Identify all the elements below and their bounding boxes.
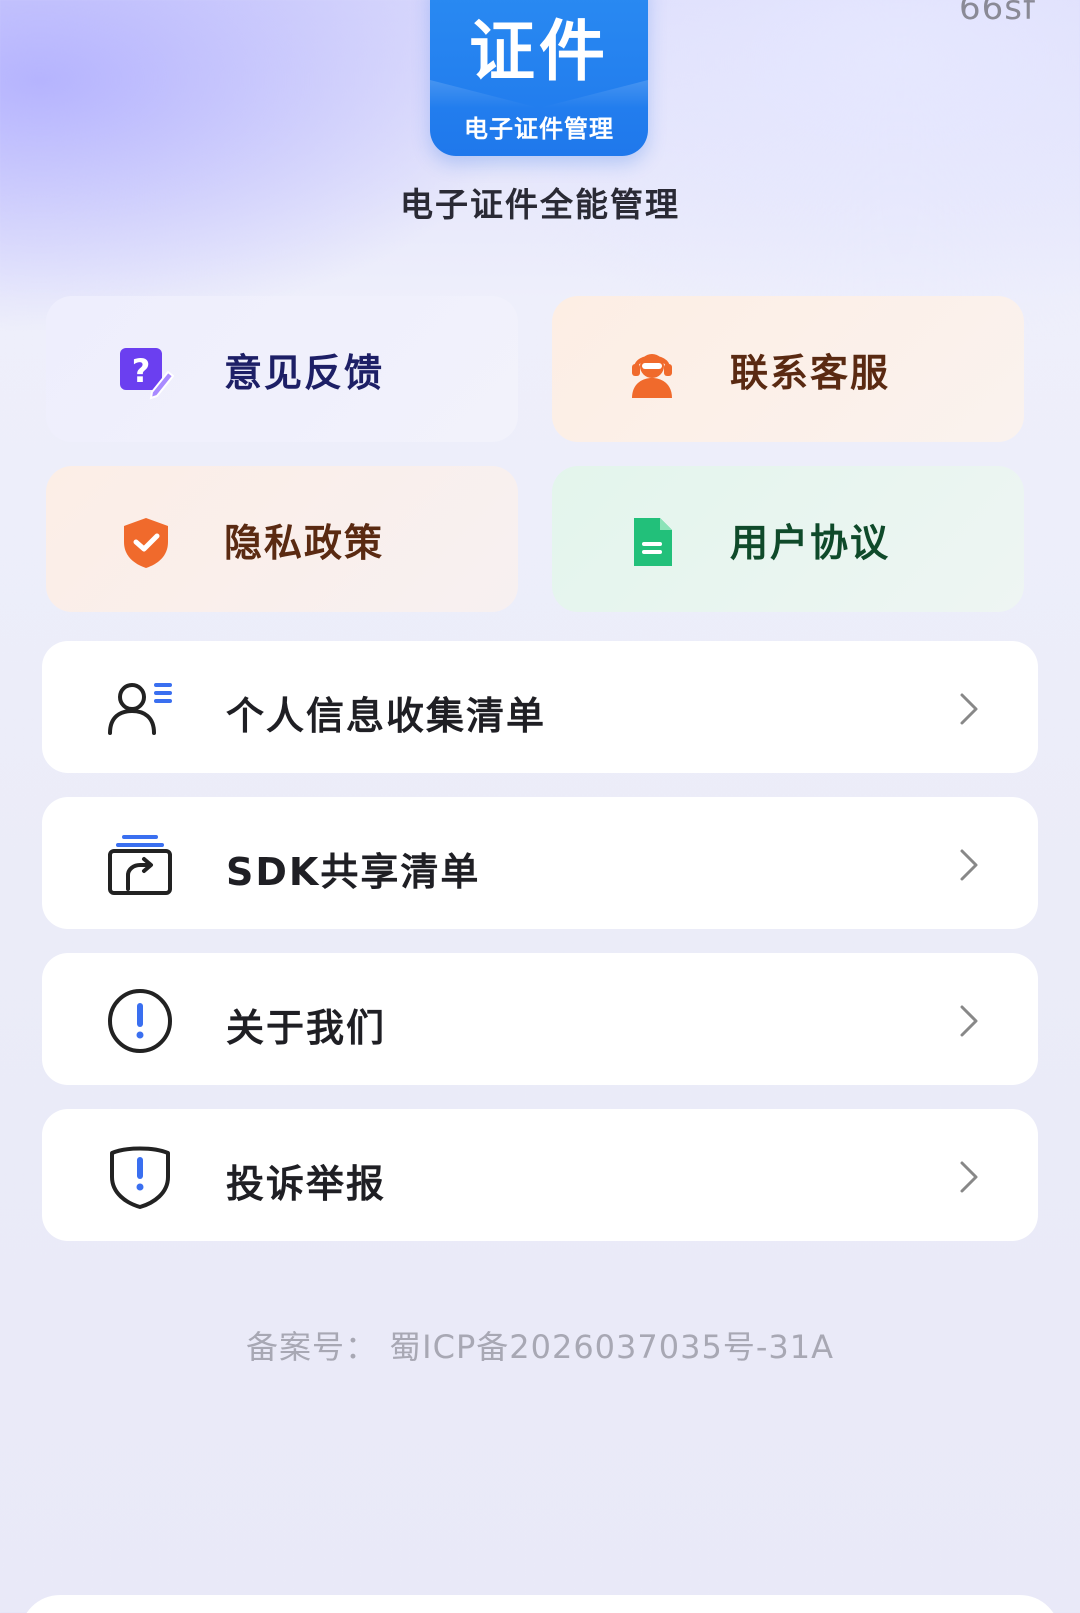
customer-service-headset-icon [632,354,672,398]
chevron-right-icon [960,849,978,881]
svg-text:?: ? [132,352,151,390]
report-shield-icon [110,1146,170,1209]
feedback-tile[interactable]: ? 意见反馈 [46,296,518,442]
person-list-icon [108,683,172,735]
logo-subtitle: 电子证件管理 [464,115,614,143]
bottom-sheet-edge [20,1595,1060,1613]
menu-item-personal-info-list[interactable]: 个人信息收集清单 [42,641,1038,773]
menu-item-complaint-report[interactable]: 投诉举报 [42,1109,1038,1241]
privacy-policy-label: 隐私政策 [224,521,385,565]
customer-service-label: 联系客服 [730,351,891,395]
app-tagline: 电子证件全能管理 [400,185,680,224]
feedback-edit-icon: ? [120,348,174,400]
user-agreement-document-icon [634,518,672,566]
chevron-right-icon [960,1161,978,1193]
logo-title: 证件 [469,13,609,90]
chevron-right-icon [960,693,978,725]
menu-item-label: SDK共享清单 [226,850,481,894]
menu-item-label: 关于我们 [226,1006,387,1050]
feedback-label: 意见反馈 [224,351,385,395]
info-exclamation-circle-icon [108,989,172,1053]
menu-item-sdk-share-list[interactable]: SDK共享清单 [42,797,1038,929]
privacy-policy-tile[interactable]: 隐私政策 [46,466,518,612]
privacy-shield-check-icon [124,518,168,568]
version-text: 66sf [959,0,1036,28]
icp-record-number: 备案号： 蜀ICP备2026037035号-31A [245,1328,834,1366]
menu-item-about-us[interactable]: 关于我们 [42,953,1038,1085]
app-logo: 证件 电子证件管理 [430,0,648,156]
chevron-right-icon [960,1005,978,1037]
user-agreement-tile[interactable]: 用户协议 [552,466,1024,612]
sdk-share-icon [108,835,172,895]
menu-item-label: 投诉举报 [226,1162,387,1206]
customer-service-tile[interactable]: 联系客服 [552,296,1024,442]
menu-item-label: 个人信息收集清单 [226,694,547,738]
user-agreement-label: 用户协议 [730,521,891,565]
